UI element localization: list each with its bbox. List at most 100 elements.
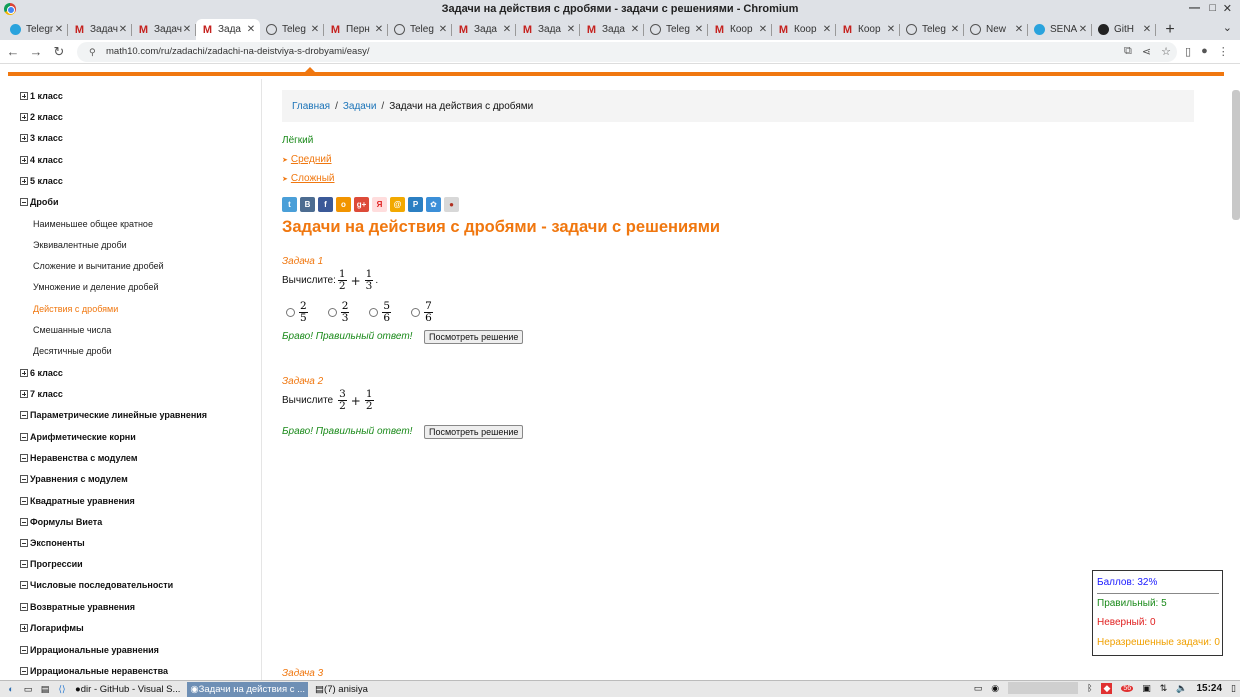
tab-close-icon[interactable]: ✕ xyxy=(566,24,576,35)
tab-close-icon[interactable]: ✕ xyxy=(502,24,512,35)
sidebar-item[interactable]: 1 класс xyxy=(20,91,63,101)
maximize-icon[interactable]: □ xyxy=(1209,2,1216,14)
sidebar-item[interactable]: Числовые последовательности xyxy=(20,580,173,590)
minimize-icon[interactable]: — xyxy=(1189,2,1200,14)
sidebar-item[interactable]: Логарифмы xyxy=(20,623,84,633)
menu-icon[interactable]: ⋮ xyxy=(1218,45,1229,58)
clipboard-icon[interactable]: ▣ xyxy=(1142,683,1151,694)
collapse-icon[interactable] xyxy=(20,603,28,611)
sidebar-item[interactable]: Арифметические корни xyxy=(20,432,136,442)
browser-tab[interactable]: M Коор ✕ xyxy=(772,19,836,40)
expand-icon[interactable] xyxy=(20,156,28,164)
collapse-icon[interactable] xyxy=(20,475,28,483)
browser-tab[interactable]: M Коор ✕ xyxy=(836,19,900,40)
browser-tab[interactable]: GitH ✕ xyxy=(1092,19,1156,40)
browser-tab[interactable]: M Задач ✕ xyxy=(132,19,196,40)
browser-tab[interactable]: Teleg ✕ xyxy=(260,19,324,40)
radio-button[interactable] xyxy=(327,308,337,317)
sidebar-item[interactable]: Возвратные уравнения xyxy=(20,602,135,612)
browser-tab[interactable]: M Зада ✕ xyxy=(452,19,516,40)
tab-close-icon[interactable]: ✕ xyxy=(1142,24,1152,35)
taskbar-window-button[interactable]: ▤ (7) anisiya xyxy=(312,682,371,697)
taskbar-window-button[interactable]: ● dir - GitHub - Visual S... xyxy=(72,682,183,697)
sidebar-item[interactable]: 7 класс xyxy=(20,389,63,399)
radio-button[interactable] xyxy=(286,308,295,317)
sidebar-subitem[interactable]: Наименьшее общее кратное xyxy=(33,219,153,229)
expand-icon[interactable] xyxy=(20,92,28,100)
yandex-icon[interactable]: Я xyxy=(372,197,387,212)
twitter-icon[interactable]: t xyxy=(282,197,297,212)
expand-icon[interactable] xyxy=(20,390,28,398)
tab-close-icon[interactable]: ✕ xyxy=(374,24,384,35)
sidebar-item[interactable]: 2 класс xyxy=(20,112,63,122)
expand-icon[interactable] xyxy=(20,134,28,142)
collapse-icon[interactable] xyxy=(20,198,28,206)
browser-tab[interactable]: Teleg ✕ xyxy=(900,19,964,40)
show-desktop-icon[interactable]: ▯ xyxy=(1231,683,1236,694)
collapse-icon[interactable] xyxy=(20,454,28,462)
translate-icon[interactable]: ⧉ xyxy=(1124,45,1132,58)
collapse-icon[interactable] xyxy=(20,667,28,675)
google-plus-icon[interactable]: g+ xyxy=(354,197,369,212)
network-icon[interactable]: ⇅ xyxy=(1160,683,1168,694)
sidepanel-icon[interactable]: ▯ xyxy=(1185,45,1191,58)
bookmark-star-icon[interactable]: ☆ xyxy=(1161,45,1171,58)
taskbar-window-button[interactable]: ◉ Задачи на действия с ... xyxy=(187,681,309,697)
new-tab-button[interactable]: + xyxy=(1160,19,1180,40)
sidebar-item[interactable]: Экспоненты xyxy=(20,538,85,548)
tab-close-icon[interactable]: ✕ xyxy=(630,24,640,35)
sidebar-subitem[interactable]: Смешанные числа xyxy=(33,325,111,335)
sidebar-item[interactable]: 4 класс xyxy=(20,155,63,165)
answer-option[interactable]: 76 xyxy=(411,301,435,324)
breadcrumb-home-link[interactable]: Главная xyxy=(292,101,330,112)
level-medium-link[interactable]: ➤ Средний xyxy=(282,154,332,165)
browser-tab[interactable]: Telegr ✕ xyxy=(4,19,68,40)
sidebar-item[interactable]: Уравнения с модулем xyxy=(20,474,128,484)
tab-close-icon[interactable]: ✕ xyxy=(1078,24,1088,35)
tab-close-icon[interactable]: ✕ xyxy=(886,24,896,35)
tab-close-icon[interactable]: ✕ xyxy=(1014,24,1024,35)
close-window-icon[interactable]: ✕ xyxy=(1223,2,1232,15)
browser-tab[interactable]: M Коор ✕ xyxy=(708,19,772,40)
sidebar-subitem[interactable]: Десятичные дроби xyxy=(33,346,112,356)
tab-close-icon[interactable]: ✕ xyxy=(182,24,192,35)
files-icon[interactable]: ▤ xyxy=(39,683,51,695)
browser-tab[interactable]: M Зада ✕ xyxy=(580,19,644,40)
bluetooth-icon[interactable]: ᛒ xyxy=(1087,683,1092,693)
tab-close-icon[interactable]: ✕ xyxy=(246,24,256,35)
tab-close-icon[interactable]: ✕ xyxy=(758,24,768,35)
back-icon[interactable]: ← xyxy=(3,42,23,62)
ladybug-icon[interactable]: ● xyxy=(444,197,459,212)
expand-icon[interactable] xyxy=(20,624,28,632)
tab-search-icon[interactable]: ⌄ xyxy=(1223,21,1232,34)
site-info-icon[interactable]: ⚲ xyxy=(89,47,98,57)
settings-icon[interactable]: ✿ xyxy=(426,197,441,212)
answer-option[interactable]: 23 xyxy=(327,301,352,324)
collapse-icon[interactable] xyxy=(20,539,28,547)
start-menu-icon[interactable]: ◐ xyxy=(5,683,17,695)
tab-close-icon[interactable]: ✕ xyxy=(54,24,64,35)
window-list-icon[interactable]: ▭ xyxy=(974,683,983,694)
reload-icon[interactable]: ↻ xyxy=(49,42,69,62)
volume-icon[interactable]: 🔈 xyxy=(1176,683,1187,694)
view-solution-button[interactable]: Посмотреть решение xyxy=(424,330,524,344)
tab-close-icon[interactable]: ✕ xyxy=(694,24,704,35)
vscode-icon[interactable]: ⟨⟩ xyxy=(56,683,68,695)
sidebar-subitem[interactable]: Эквивалентные дроби xyxy=(33,240,127,250)
answer-option[interactable]: 25 xyxy=(286,301,310,324)
collapse-icon[interactable] xyxy=(20,646,28,654)
level-hard-link[interactable]: ➤ Сложный xyxy=(282,173,334,184)
collapse-icon[interactable] xyxy=(20,518,28,526)
collapse-icon[interactable] xyxy=(20,497,28,505)
sidebar-item[interactable]: 5 класс xyxy=(20,176,63,186)
tab-close-icon[interactable]: ✕ xyxy=(950,24,960,35)
odnoklassniki-icon[interactable]: о xyxy=(336,197,351,212)
tab-close-icon[interactable]: ✕ xyxy=(438,24,448,35)
sidebar-item[interactable]: Иррациональные уравнения xyxy=(20,645,159,655)
desktop-icon[interactable]: ▭ xyxy=(22,683,34,695)
sidebar-item[interactable]: Дроби xyxy=(20,197,59,207)
view-solution-button[interactable]: Посмотреть решение xyxy=(424,425,524,439)
app-alert-icon[interactable]: ◆ xyxy=(1101,682,1113,694)
browser-tab[interactable]: Teleg ✕ xyxy=(644,19,708,40)
expand-icon[interactable] xyxy=(20,369,28,377)
